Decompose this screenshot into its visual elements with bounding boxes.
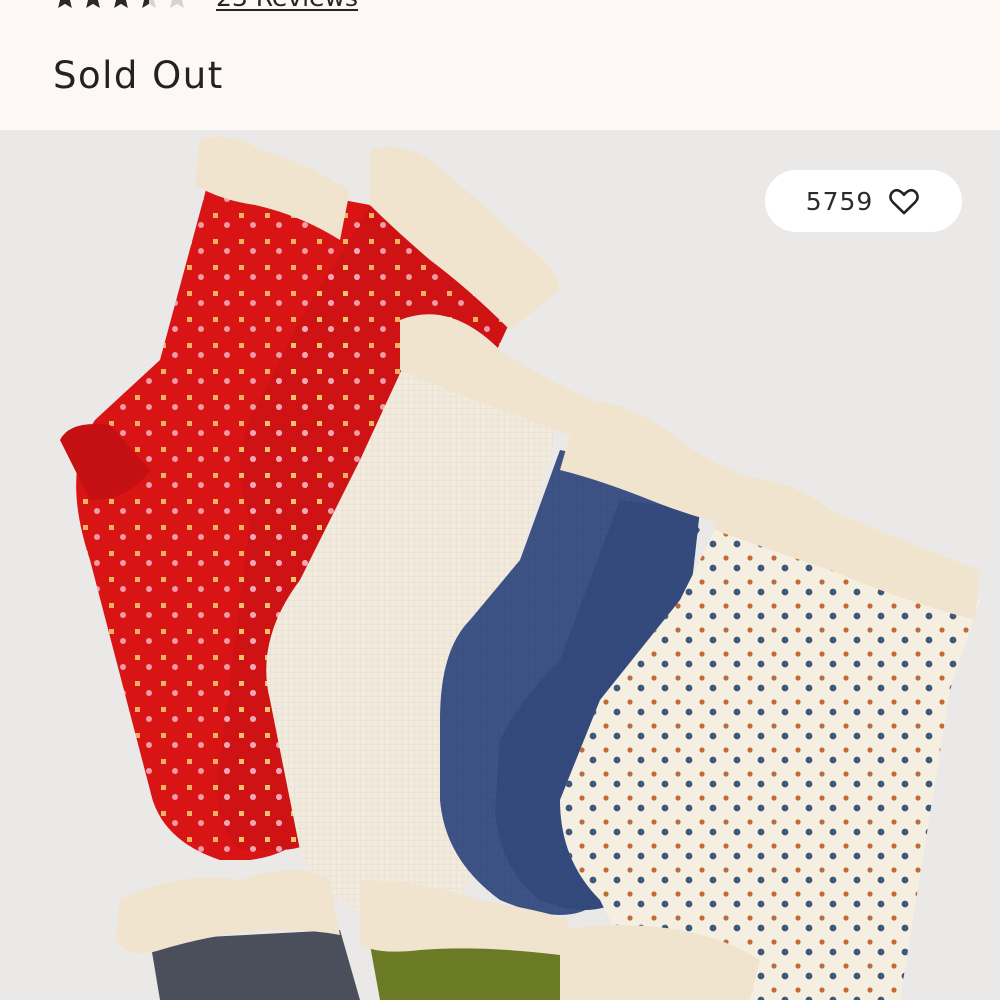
favorite-count: 5759 bbox=[805, 186, 874, 216]
reviews-link[interactable]: 23 Reviews bbox=[216, 0, 358, 10]
star-icon bbox=[114, 0, 128, 8]
rating-row: 23 Reviews bbox=[52, 0, 358, 10]
socks-photo bbox=[60, 136, 980, 1000]
availability-status: Sold Out bbox=[53, 54, 224, 97]
star-icon bbox=[86, 0, 100, 8]
product-header: 23 Reviews Sold Out bbox=[0, 0, 1000, 130]
star-icon bbox=[170, 0, 184, 8]
favorite-button[interactable]: 5759 bbox=[765, 170, 962, 232]
product-image[interactable]: 5759 bbox=[0, 130, 1000, 1000]
star-rating bbox=[52, 0, 190, 11]
star-icon bbox=[58, 0, 72, 8]
heart-outline-icon bbox=[889, 188, 920, 215]
star-icon bbox=[142, 0, 156, 8]
